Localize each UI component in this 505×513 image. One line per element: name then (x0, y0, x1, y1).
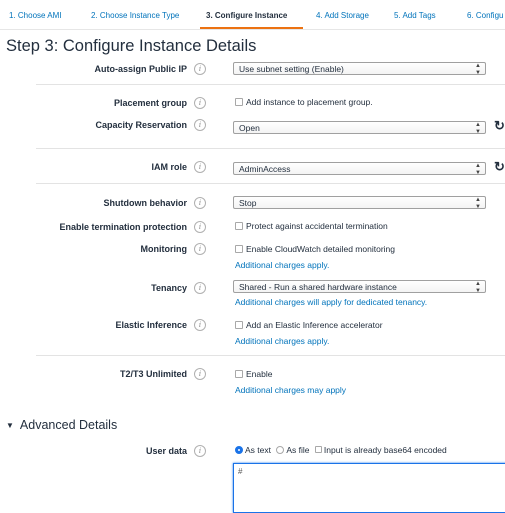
checkbox-box[interactable] (235, 320, 243, 329)
info-icon[interactable]: i (194, 221, 206, 233)
as-text-radio[interactable] (235, 445, 243, 454)
info-icon[interactable]: i (194, 63, 206, 75)
advanced-details-title: Advanced Details (19, 418, 118, 432)
triangle-down-icon: ▼ (6, 421, 14, 430)
section-divider (36, 355, 505, 356)
section-divider (36, 183, 505, 184)
refresh-icon[interactable]: ↻ (494, 159, 505, 175)
base64-label: Input is already base64 encoded (323, 445, 447, 455)
section-divider (36, 148, 505, 149)
info-icon[interactable]: i (194, 197, 206, 209)
as-text-label: As text (245, 445, 271, 455)
tabs-divider (0, 29, 505, 30)
tenancy-value: Shared - Run a shared hardware instance (239, 282, 397, 292)
placement-group-checkbox-label: Add instance to placement group. (246, 97, 373, 107)
elastic-inference-checkbox[interactable]: Add an Elastic Inference accelerator (235, 320, 383, 330)
placement-group-checkbox[interactable]: Add instance to placement group. (235, 97, 373, 107)
public-ip-value: Use subnet setting (Enable) (239, 64, 344, 74)
elastic-inference-checkbox-label: Add an Elastic Inference accelerator (246, 320, 383, 330)
tab-configure-instance[interactable]: 3. Configure Instance (206, 11, 287, 20)
chevron-updown-icon: ▲ ▼ (475, 63, 481, 76)
monitoring-checkbox-label: Enable CloudWatch detailed monitoring (246, 244, 395, 254)
base64-checkbox[interactable] (314, 446, 322, 454)
tab-choose-instance-type[interactable]: 2. Choose Instance Type (91, 11, 179, 20)
iam-role-label: IAM role (151, 162, 187, 172)
chevron-updown-icon: ▲ ▼ (475, 281, 481, 294)
info-icon[interactable]: i (194, 97, 206, 109)
inference-charges-link[interactable]: Additional charges apply. (235, 336, 329, 346)
capacity-reservation-select[interactable]: Open ▲ ▼ (233, 121, 486, 135)
capacity-reservation-label: Capacity Reservation (95, 120, 187, 130)
monitoring-checkbox[interactable]: Enable CloudWatch detailed monitoring (235, 244, 395, 254)
shutdown-behavior-label: Shutdown behavior (103, 198, 187, 208)
public-ip-label: Auto-assign Public IP (94, 64, 187, 74)
termination-protection-checkbox-label: Protect against accidental termination (246, 221, 388, 231)
tab-configure-security[interactable]: 6. Configu (467, 11, 503, 20)
info-icon[interactable]: i (194, 445, 206, 457)
tab-choose-ami[interactable]: 1. Choose AMI (9, 11, 61, 20)
placement-group-label: Placement group (113, 98, 187, 108)
t2t3-unlimited-label: T2/T3 Unlimited (119, 369, 187, 379)
tenancy-charges-link[interactable]: Additional charges will apply for dedica… (235, 297, 427, 307)
shutdown-behavior-select[interactable]: Stop ▲ ▼ (233, 196, 486, 210)
info-icon[interactable]: i (194, 161, 206, 173)
chevron-updown-icon: ▲ ▼ (475, 163, 481, 176)
iam-role-select[interactable]: AdminAccess ▲ ▼ (233, 162, 486, 176)
as-file-radio[interactable] (276, 445, 285, 454)
wizard-tabs: 1. Choose AMI 2. Choose Instance Type 3.… (0, 0, 505, 30)
termination-protection-label: Enable termination protection (59, 222, 187, 232)
shutdown-behavior-value: Stop (239, 198, 257, 208)
iam-role-value: AdminAccess (239, 164, 291, 174)
tenancy-select[interactable]: Shared - Run a shared hardware instance … (233, 280, 486, 294)
t2t3-unlimited-checkbox[interactable]: Enable (235, 369, 272, 379)
elastic-inference-label: Elastic Inference (115, 320, 187, 330)
monitoring-charges-link[interactable]: Additional charges apply. (235, 260, 329, 270)
public-ip-select[interactable]: Use subnet setting (Enable) ▲ ▼ (233, 62, 486, 76)
advanced-details-toggle[interactable]: ▼ Advanced Details (6, 418, 117, 432)
info-icon[interactable]: i (194, 282, 206, 294)
user-data-textarea[interactable]: # (233, 463, 505, 513)
checkbox-box[interactable] (235, 244, 243, 253)
t2t3-unlimited-checkbox-label: Enable (246, 369, 273, 379)
user-data-options: As text As file Input is already base64 … (235, 445, 447, 455)
chevron-updown-icon: ▲ ▼ (475, 122, 481, 135)
capacity-reservation-value: Open (239, 123, 260, 133)
info-icon[interactable]: i (194, 368, 206, 380)
chevron-updown-icon: ▲ ▼ (475, 197, 481, 210)
termination-protection-checkbox[interactable]: Protect against accidental termination (235, 221, 388, 231)
info-icon[interactable]: i (194, 243, 206, 255)
info-icon[interactable]: i (194, 119, 206, 131)
section-divider (36, 84, 505, 85)
checkbox-box[interactable] (235, 97, 243, 106)
tab-add-tags[interactable]: 5. Add Tags (394, 11, 436, 20)
monitoring-label: Monitoring (140, 244, 188, 254)
checkbox-box[interactable] (235, 369, 243, 378)
user-data-label: User data (145, 446, 187, 456)
tab-add-storage[interactable]: 4. Add Storage (316, 11, 369, 20)
info-icon[interactable]: i (194, 319, 206, 331)
refresh-icon[interactable]: ↻ (494, 118, 505, 134)
as-file-label: As file (286, 445, 310, 455)
t2t3-charges-link[interactable]: Additional charges may apply (235, 385, 346, 395)
page-title: Step 3: Configure Instance Details (6, 37, 257, 55)
checkbox-box[interactable] (235, 221, 243, 230)
tenancy-label: Tenancy (151, 283, 187, 293)
